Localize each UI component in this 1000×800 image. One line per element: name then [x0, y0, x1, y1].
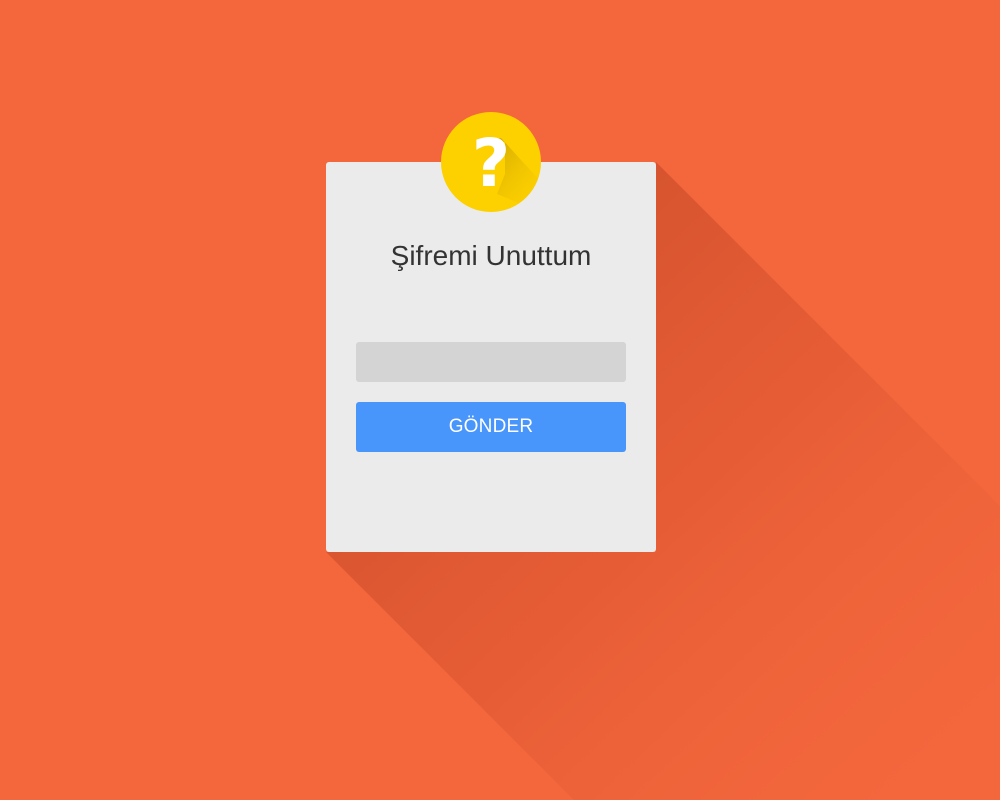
- submit-button[interactable]: GÖNDER: [356, 402, 626, 452]
- help-badge: ?: [441, 112, 541, 212]
- question-mark-icon: ?: [471, 125, 511, 202]
- background: Şifremi Unuttum GÖNDER ?: [0, 0, 1000, 800]
- page-title: Şifremi Unuttum: [390, 240, 592, 271]
- email-field[interactable]: [356, 342, 626, 382]
